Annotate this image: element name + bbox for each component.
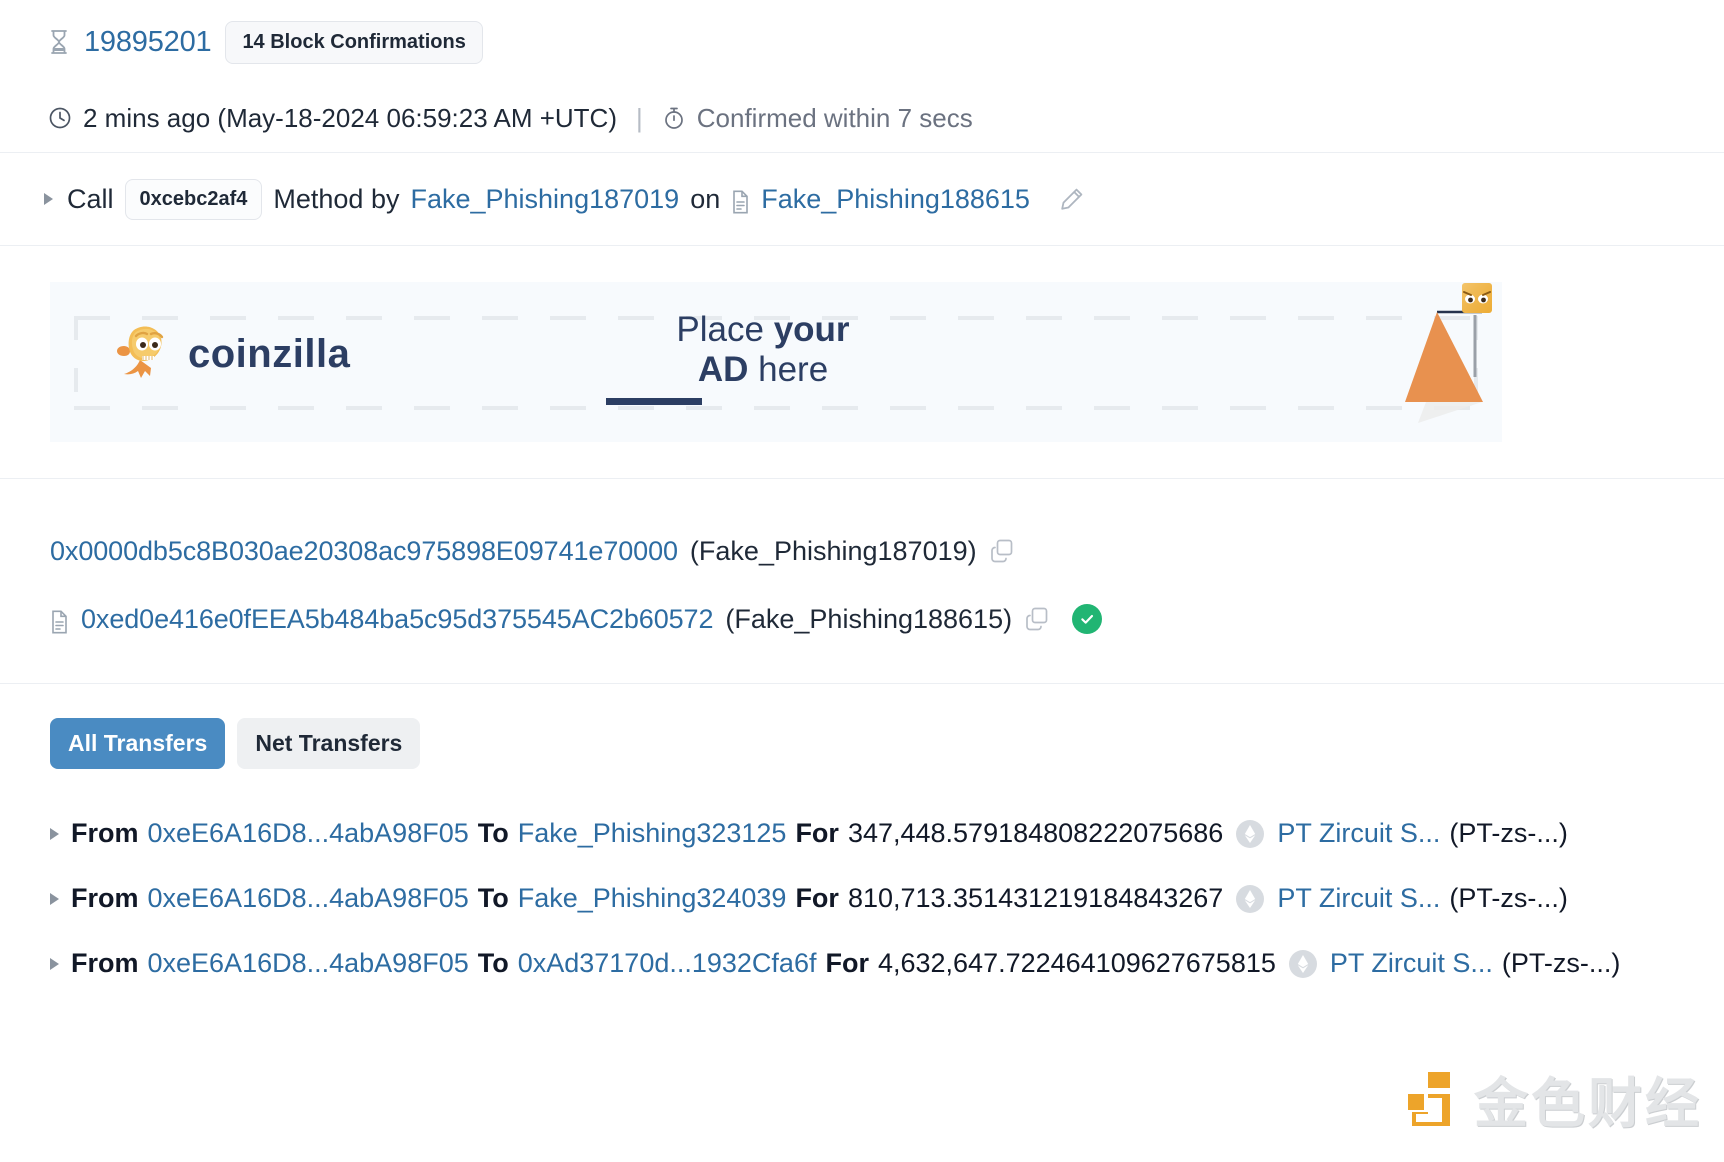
transfer-to-link[interactable]: 0xAd37170d...1932Cfa6f bbox=[518, 948, 817, 979]
ad-headline-line1-plain: Place bbox=[676, 310, 774, 349]
call-from-link[interactable]: Fake_Phishing187019 bbox=[410, 184, 679, 215]
transfer-token-link[interactable]: PT Zircuit S... bbox=[1330, 948, 1493, 979]
timestamp-row: 2 mins ago (May-18-2024 06:59:23 AM +UTC… bbox=[0, 84, 1724, 152]
transfer-from-label: From bbox=[71, 883, 139, 913]
method-id-badge: 0xcebc2af4 bbox=[124, 178, 263, 220]
document-icon bbox=[731, 190, 750, 214]
ad-headline: Place your AD here bbox=[598, 310, 928, 406]
block-header-row: 19895201 14 Block Confirmations bbox=[0, 0, 1724, 84]
confirmed-within-text: Confirmed within 7 secs bbox=[696, 102, 973, 133]
transfer-amount: 4,632,647.722464109627675815 bbox=[877, 948, 1276, 978]
tab-net-transfers[interactable]: Net Transfers bbox=[237, 718, 421, 769]
transfer-from-label: From bbox=[71, 948, 139, 978]
table-row: From 0xeE6A16D8...4abA98F05 To Fake_Phis… bbox=[50, 801, 1674, 866]
watermark-text: 金色财经 bbox=[1474, 1074, 1702, 1134]
transfer-amount: 347,448.579184808222075686 bbox=[847, 818, 1224, 848]
watermark: 金色财经 bbox=[1402, 1059, 1702, 1138]
clock-icon bbox=[48, 106, 72, 130]
call-prefix-label: Call bbox=[67, 183, 114, 214]
transfer-token-symbol: (PT-zs-...) bbox=[1501, 948, 1621, 978]
transfer-from-link[interactable]: 0xeE6A16D8...4abA98F05 bbox=[148, 883, 469, 914]
hourglass-icon bbox=[48, 29, 70, 55]
address-hash-link[interactable]: 0x0000db5c8B030ae20308ac975898E09741e700… bbox=[50, 536, 678, 567]
ad-headline-underline bbox=[606, 398, 702, 406]
copy-icon[interactable] bbox=[1024, 606, 1050, 632]
call-contract-link[interactable]: Fake_Phishing188615 bbox=[761, 184, 1030, 215]
table-row: From 0xeE6A16D8...4abA98F05 To Fake_Phis… bbox=[50, 866, 1674, 931]
table-row: From 0xeE6A16D8...4abA98F05 To 0xAd37170… bbox=[50, 931, 1674, 996]
transfer-from-link[interactable]: 0xeE6A16D8...4abA98F05 bbox=[148, 948, 469, 979]
transfer-for-label: For bbox=[825, 948, 869, 978]
address-row-from: 0x0000db5c8B030ae20308ac975898E09741e700… bbox=[50, 517, 1674, 585]
addresses-block: 0x0000db5c8B030ae20308ac975898E09741e700… bbox=[0, 479, 1724, 683]
transfers-tabs: All Transfers Net Transfers bbox=[50, 718, 1674, 769]
transfer-token-symbol: (PT-zs-...) bbox=[1449, 883, 1568, 913]
ethereum-token-icon bbox=[1236, 819, 1265, 848]
copy-icon[interactable] bbox=[989, 538, 1015, 564]
address-hash-link[interactable]: 0xed0e416e0fEEA5b484ba5c95d375545AC2b605… bbox=[81, 604, 713, 635]
document-icon bbox=[50, 610, 69, 634]
ad-banner-wrapper[interactable]: coinzilla Place your AD here bbox=[0, 246, 1724, 478]
chevron-right-icon[interactable] bbox=[50, 892, 59, 905]
stopwatch-icon bbox=[662, 106, 686, 130]
transfer-to-label: To bbox=[477, 883, 509, 913]
address-tag: (Fake_Phishing188615) bbox=[725, 603, 1013, 634]
address-tag: (Fake_Phishing187019) bbox=[689, 535, 977, 566]
ad-headline-line1-bold: your bbox=[773, 310, 850, 349]
transfer-token-link[interactable]: PT Zircuit S... bbox=[1277, 818, 1440, 849]
ad-headline-line2-plain: here bbox=[748, 349, 829, 389]
transfer-for-label: For bbox=[795, 818, 839, 848]
transfers-section: All Transfers Net Transfers From 0xeE6A1… bbox=[0, 684, 1724, 996]
ethereum-token-icon bbox=[1288, 949, 1317, 978]
coinzilla-dino-icon bbox=[112, 316, 174, 393]
chevron-right-icon[interactable] bbox=[50, 827, 59, 840]
coinzilla-logo: coinzilla bbox=[112, 316, 350, 393]
transfer-to-link[interactable]: Fake_Phishing323125 bbox=[518, 818, 787, 849]
transfer-to-link[interactable]: Fake_Phishing324039 bbox=[518, 883, 787, 914]
orange-flag-icon bbox=[1342, 260, 1492, 450]
jinse-logo-icon bbox=[1402, 1068, 1458, 1130]
ad-border-dashes-left bbox=[74, 316, 78, 410]
ethereum-token-icon bbox=[1236, 884, 1265, 913]
tab-all-transfers[interactable]: All Transfers bbox=[50, 718, 226, 769]
transfer-to-label: To bbox=[477, 818, 509, 848]
block-confirmations-badge: 14 Block Confirmations bbox=[225, 20, 483, 64]
transfer-token-symbol: (PT-zs-...) bbox=[1449, 818, 1568, 848]
method-by-label: Method by bbox=[273, 183, 400, 214]
timestamp-separator: | bbox=[635, 102, 643, 133]
chevron-right-icon[interactable] bbox=[50, 957, 59, 970]
transfer-to-label: To bbox=[477, 948, 509, 978]
chevron-right-icon[interactable] bbox=[44, 193, 53, 205]
call-on-label: on bbox=[690, 183, 721, 214]
ad-banner[interactable]: coinzilla Place your AD here bbox=[50, 282, 1502, 442]
coinzilla-wordmark: coinzilla bbox=[188, 332, 351, 376]
timestamp-text: 2 mins ago (May-18-2024 06:59:23 AM +UTC… bbox=[83, 102, 617, 133]
transfer-from-label: From bbox=[71, 818, 139, 848]
ad-border-dashes-bottom bbox=[74, 406, 1478, 410]
call-method-row: Call 0xcebc2af4 Method by Fake_Phishing1… bbox=[0, 153, 1724, 245]
ad-headline-line2-bold: AD bbox=[697, 349, 749, 389]
check-circle-icon bbox=[1072, 604, 1103, 634]
transfer-for-label: For bbox=[795, 883, 839, 913]
transfer-token-link[interactable]: PT Zircuit S... bbox=[1277, 883, 1440, 914]
transfer-amount: 810,713.351431219184843267 bbox=[847, 883, 1224, 913]
pencil-icon[interactable] bbox=[1058, 186, 1085, 213]
block-number-link[interactable]: 19895201 bbox=[84, 26, 212, 59]
transfer-from-link[interactable]: 0xeE6A16D8...4abA98F05 bbox=[148, 818, 469, 849]
address-row-to: 0xed0e416e0fEEA5b484ba5c95d375545AC2b605… bbox=[50, 585, 1674, 653]
